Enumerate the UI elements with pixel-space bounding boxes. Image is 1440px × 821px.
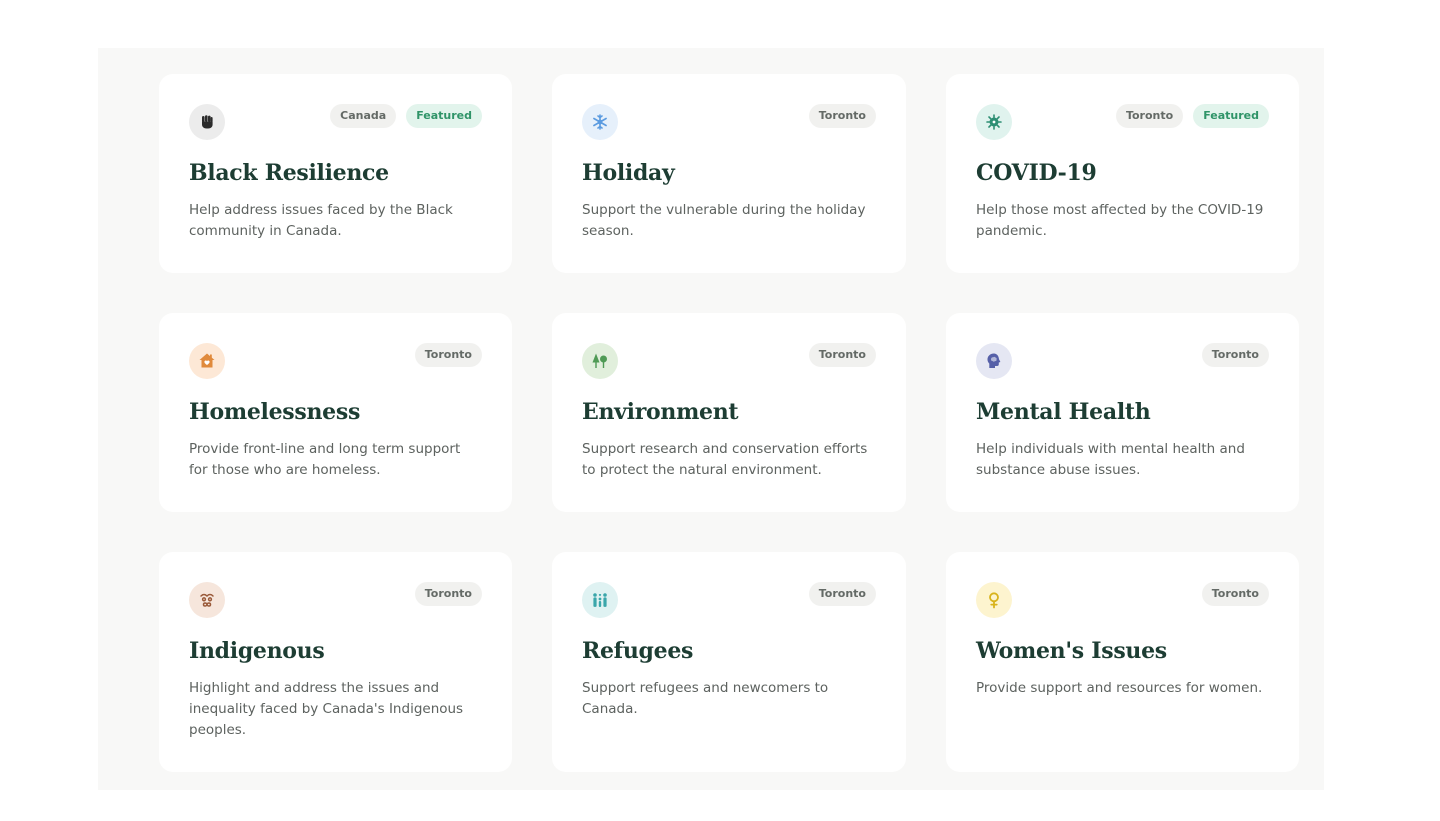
card-title: COVID-19 [976, 160, 1097, 186]
cause-card-mental-health[interactable]: Toronto Mental Health Help individuals w… [946, 313, 1299, 512]
trees-icon [582, 343, 618, 379]
female-symbol-icon [976, 582, 1012, 618]
house-heart-icon [189, 343, 225, 379]
card-header: Toronto [582, 104, 876, 140]
card-title: Holiday [582, 160, 675, 186]
location-tag: Toronto [808, 104, 876, 128]
location-tag: Toronto [1201, 582, 1269, 606]
location-tag: Canada [330, 104, 397, 128]
card-tags: Toronto [1201, 582, 1269, 606]
card-title: Mental Health [976, 399, 1151, 425]
card-description: Help individuals with mental health and … [976, 441, 1245, 478]
card-tags: Toronto [808, 582, 876, 606]
location-tag: Toronto [808, 582, 876, 606]
causes-grid: Canada Featured Black Resilience Help add… [159, 74, 1299, 772]
card-header: Canada Featured [189, 104, 482, 140]
cause-card-homelessness[interactable]: Toronto Homelessness Provide front-line … [159, 313, 512, 512]
card-description: Help address issues faced by the Black c… [189, 202, 453, 239]
cause-card-covid-19[interactable]: Toronto Featured COVID-19 Help those most… [946, 74, 1299, 273]
location-tag: Toronto [1201, 343, 1269, 367]
card-tags: Toronto [414, 582, 482, 606]
location-tag: Toronto [414, 343, 482, 367]
card-title: Indigenous [189, 638, 325, 664]
cause-card-environment[interactable]: Toronto Environment Support research and… [552, 313, 906, 512]
card-title: Refugees [582, 638, 694, 664]
card-description: Help those most affected by the COVID-19… [976, 202, 1264, 239]
card-description: Provide front-line and long term support… [189, 441, 461, 478]
location-tag: Toronto [808, 343, 876, 367]
cause-card-indigenous[interactable]: Toronto Indigenous Highlight and address… [159, 552, 512, 772]
card-header: Toronto [189, 343, 482, 379]
card-description: Support refugees and newcomers to Canada… [582, 680, 829, 717]
cause-card-women-s-issues[interactable]: Toronto Women's Issues Provide support a… [946, 552, 1299, 772]
card-description: Support research and conservation effort… [582, 441, 868, 478]
infinity-icon [189, 582, 225, 618]
virus-icon [976, 104, 1012, 140]
card-title: Women's Issues [976, 638, 1167, 664]
card-header: Toronto [189, 582, 482, 618]
card-description: Highlight and address the issues and ine… [189, 680, 464, 738]
card-header: Toronto [582, 582, 876, 618]
card-tags: Toronto [808, 104, 876, 128]
causes-panel: Canada Featured Black Resilience Help add… [98, 48, 1324, 790]
card-title: Homelessness [189, 399, 361, 425]
card-header: Toronto [582, 343, 876, 379]
card-tags: Canada Featured [330, 104, 482, 128]
card-header: Toronto [976, 343, 1269, 379]
cause-card-holiday[interactable]: Toronto Holiday Support the vulnerable d… [552, 74, 906, 273]
location-tag: Toronto [1115, 104, 1184, 128]
card-header: Toronto Featured [976, 104, 1269, 140]
card-tags: Toronto Featured [1115, 104, 1269, 128]
card-tags: Toronto [414, 343, 482, 367]
cause-card-refugees[interactable]: Toronto Refugees Support refugees and ne… [552, 552, 906, 772]
featured-badge: Featured [1193, 104, 1269, 128]
featured-badge: Featured [406, 104, 482, 128]
fist-icon [189, 104, 225, 140]
location-tag: Toronto [414, 582, 482, 606]
cause-card-black-resilience[interactable]: Canada Featured Black Resilience Help add… [159, 74, 512, 273]
card-description: Support the vulnerable during the holida… [582, 202, 866, 239]
card-tags: Toronto [808, 343, 876, 367]
head-brain-icon [976, 343, 1012, 379]
family-icon [582, 582, 618, 618]
card-title: Black Resilience [189, 160, 389, 186]
card-header: Toronto [976, 582, 1269, 618]
card-title: Environment [582, 399, 739, 425]
snowflake-icon [582, 104, 618, 140]
card-description: Provide support and resources for women. [976, 680, 1263, 696]
card-tags: Toronto [1201, 343, 1269, 367]
